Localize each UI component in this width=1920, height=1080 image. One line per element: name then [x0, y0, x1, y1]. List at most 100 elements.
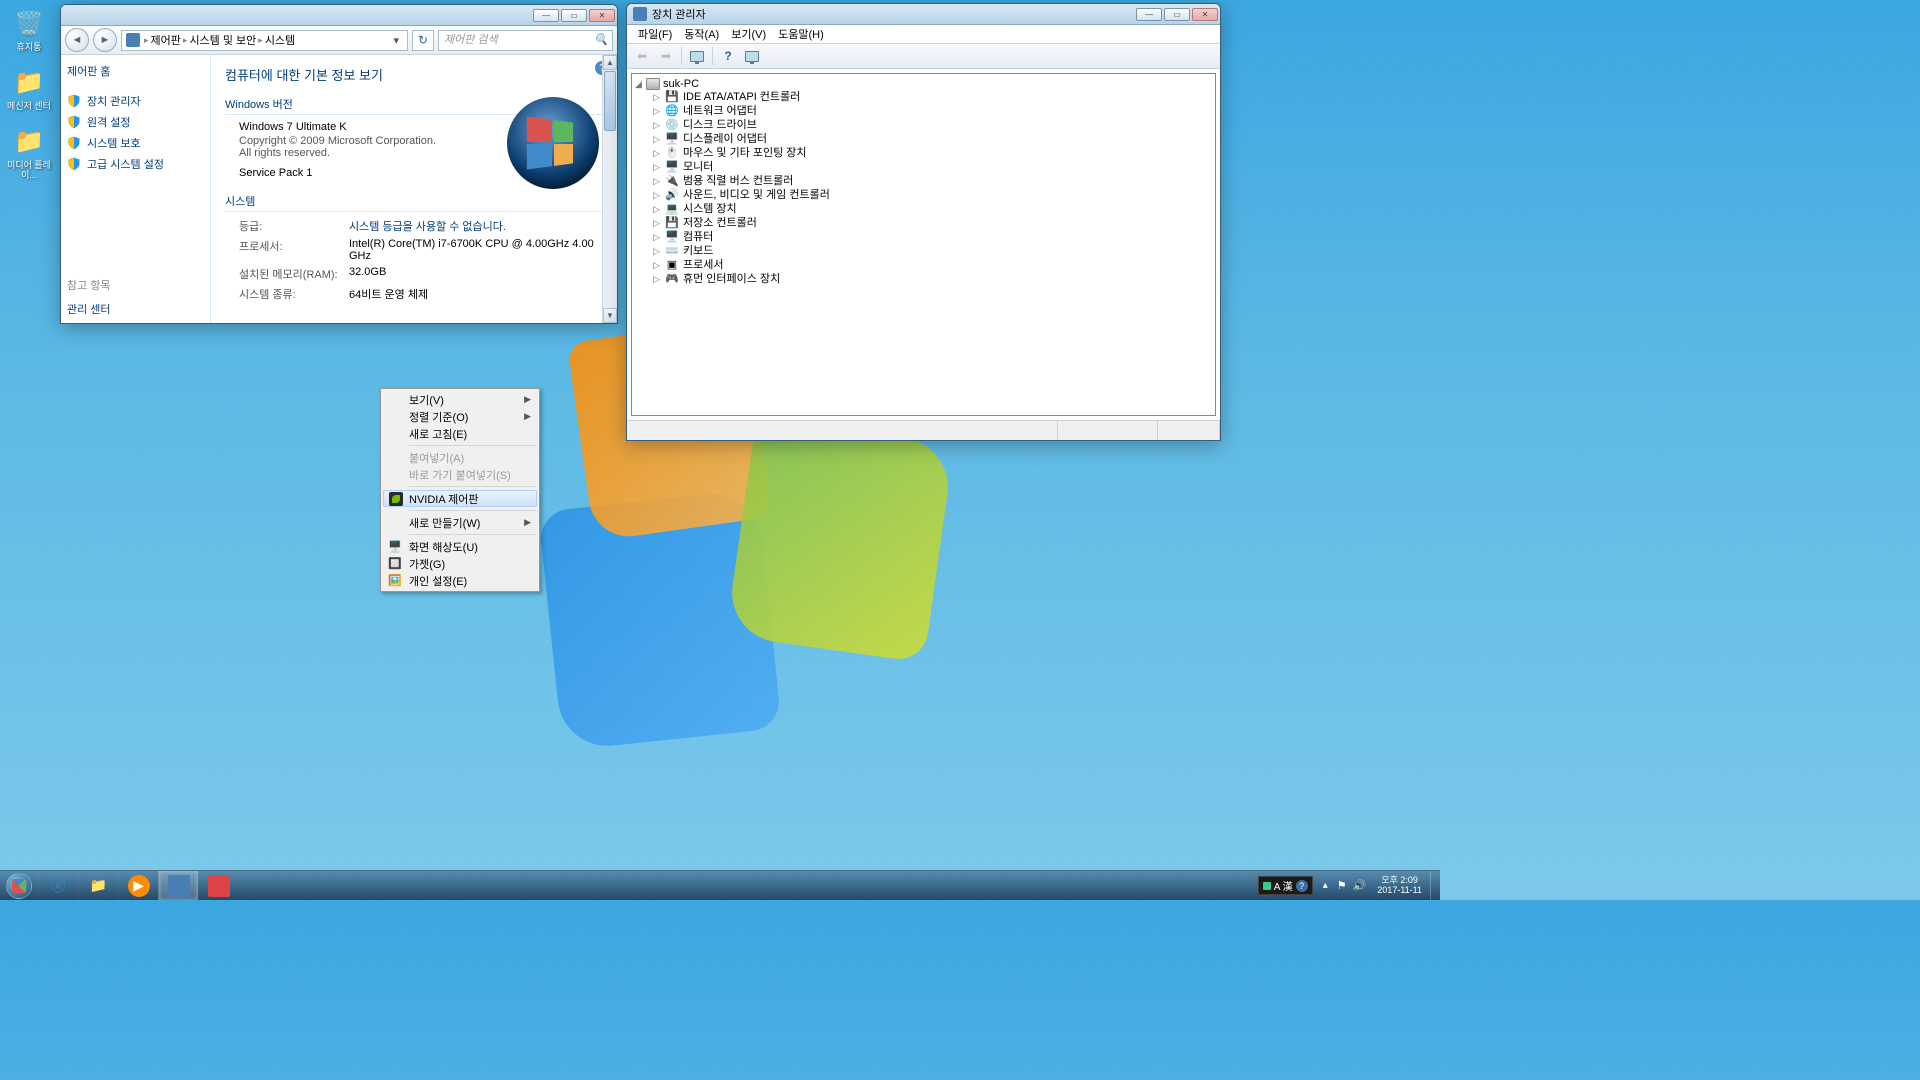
- menu-help[interactable]: 도움말(H): [773, 25, 829, 43]
- tree-root[interactable]: ◢ suk-PC: [634, 77, 1213, 91]
- tree-item[interactable]: ▷🖥️컴퓨터: [652, 231, 1213, 245]
- tree-item[interactable]: ▷🖱️마우스 및 기타 포인팅 장치: [652, 147, 1213, 161]
- volume-icon[interactable]: 🔊: [1350, 879, 1370, 892]
- rating-value[interactable]: 시스템 등급을 사용할 수 없습니다.: [349, 218, 603, 234]
- collapse-icon[interactable]: ◢: [634, 79, 643, 90]
- breadcrumb-category[interactable]: 시스템 및 보안: [189, 32, 256, 48]
- expand-icon[interactable]: ▷: [652, 274, 661, 285]
- expand-icon[interactable]: ▷: [652, 190, 661, 201]
- ime-status[interactable]: A 漢 ?: [1258, 876, 1313, 895]
- tree-item[interactable]: ▷🔊사운드, 비디오 및 게임 컨트롤러: [652, 189, 1213, 203]
- expand-icon[interactable]: ▷: [652, 148, 661, 159]
- expand-icon[interactable]: ▷: [652, 204, 661, 215]
- tree-item[interactable]: ▷🖥️모니터: [652, 161, 1213, 175]
- clock[interactable]: 오후 2:09 2017-11-11: [1369, 876, 1430, 896]
- properties-button[interactable]: [741, 46, 763, 66]
- show-desktop-button[interactable]: [1430, 871, 1440, 900]
- tree-item[interactable]: ▷💿디스크 드라이브: [652, 119, 1213, 133]
- menu-resolution[interactable]: 🖥️화면 해상도(U): [383, 538, 537, 555]
- expand-icon[interactable]: ▷: [652, 106, 661, 117]
- titlebar[interactable]: 장치 관리자 — ▭ ✕: [627, 4, 1220, 25]
- tree-item[interactable]: ▷💾저장소 컨트롤러: [652, 217, 1213, 231]
- breadcrumb-root[interactable]: 제어판: [151, 32, 181, 48]
- recycle-bin-icon[interactable]: 🗑️ 휴지통: [6, 8, 52, 53]
- menu-nvidia-control-panel[interactable]: NVIDIA 제어판: [383, 490, 537, 507]
- expand-icon[interactable]: ▷: [652, 218, 661, 229]
- breadcrumb[interactable]: ▸ 제어판 ▸ 시스템 및 보안 ▸ 시스템 ▾: [121, 30, 408, 51]
- close-button[interactable]: ✕: [589, 9, 615, 22]
- search-input[interactable]: 제어판 검색: [438, 30, 613, 51]
- scroll-thumb[interactable]: [604, 71, 616, 131]
- breadcrumb-page[interactable]: 시스템: [265, 32, 295, 48]
- sidebar-item-protection[interactable]: 시스템 보호: [67, 135, 204, 151]
- maximize-button[interactable]: ▭: [561, 9, 587, 22]
- start-button[interactable]: [0, 871, 38, 901]
- messenger-center-icon[interactable]: 📁 메신저 센터: [6, 67, 52, 112]
- device-category-icon: 💾: [665, 91, 679, 105]
- sidebar-item-advanced[interactable]: 고급 시스템 설정: [67, 156, 204, 172]
- expand-icon[interactable]: ▷: [652, 92, 661, 103]
- minimize-button[interactable]: —: [533, 9, 559, 22]
- device-tree[interactable]: ◢ suk-PC ▷💾IDE ATA/ATAPI 컨트롤러▷🌐네트워크 어댑터▷…: [631, 73, 1216, 416]
- menu-refresh[interactable]: 새로 고침(E): [383, 425, 537, 442]
- expand-icon[interactable]: ▷: [652, 162, 661, 173]
- recycle-bin-label: 휴지통: [17, 42, 42, 53]
- action-center-icon[interactable]: ⚑: [1334, 879, 1350, 892]
- menu-new[interactable]: 새로 만들기(W)▶: [383, 514, 537, 531]
- maximize-button[interactable]: ▭: [1164, 8, 1190, 21]
- taskbar-ie[interactable]: ⓔ: [38, 871, 78, 900]
- expand-icon[interactable]: ▷: [652, 134, 661, 145]
- toolbar: ⬅ ➡ ?: [627, 44, 1220, 69]
- scroll-up-button[interactable]: ▲: [603, 55, 617, 70]
- expand-icon[interactable]: ▷: [652, 120, 661, 131]
- menu-view[interactable]: 보기(V): [726, 25, 771, 43]
- close-button[interactable]: ✕: [1192, 8, 1218, 21]
- sidebar-item-device-manager[interactable]: 장치 관리자: [67, 93, 204, 109]
- submenu-arrow-icon: ▶: [524, 394, 531, 405]
- device-category-icon: ▣: [665, 259, 679, 273]
- taskbar-explorer[interactable]: 📁: [78, 871, 118, 900]
- taskbar-app[interactable]: [198, 871, 238, 900]
- separator: [409, 534, 536, 535]
- tree-item[interactable]: ▷🌐네트워크 어댑터: [652, 105, 1213, 119]
- refresh-button[interactable]: ↻: [412, 30, 434, 51]
- tree-item[interactable]: ▷💾IDE ATA/ATAPI 컨트롤러: [652, 91, 1213, 105]
- scroll-down-button[interactable]: ▼: [603, 308, 617, 323]
- sidebar-item-remote[interactable]: 원격 설정: [67, 114, 204, 130]
- taskbar-control-panel[interactable]: [158, 871, 198, 900]
- scrollbar[interactable]: ▲ ▼: [602, 55, 617, 323]
- menu-sort[interactable]: 정렬 기준(O)▶: [383, 408, 537, 425]
- tree-item[interactable]: ▷🖥️디스플레이 어댑터: [652, 133, 1213, 147]
- menu-file[interactable]: 파일(F): [633, 25, 677, 43]
- tree-item[interactable]: ▷▣프로세서: [652, 259, 1213, 273]
- tree-item[interactable]: ▷🎮휴먼 인터페이스 장치: [652, 273, 1213, 287]
- expand-icon[interactable]: ▷: [652, 232, 661, 243]
- device-category-icon: 💾: [665, 217, 679, 231]
- breadcrumb-dropdown[interactable]: ▾: [389, 34, 403, 47]
- menu-paste: 붙여넣기(A): [383, 449, 537, 466]
- menu-personalize[interactable]: 🖼️개인 설정(E): [383, 572, 537, 589]
- help-button[interactable]: ?: [717, 46, 739, 66]
- titlebar[interactable]: — ▭ ✕: [61, 5, 617, 26]
- menubar: 파일(F) 동작(A) 보기(V) 도움말(H): [627, 25, 1220, 44]
- menu-gadgets[interactable]: 🔲가젯(G): [383, 555, 537, 572]
- taskbar-media-player[interactable]: ▶: [118, 871, 158, 900]
- expand-icon[interactable]: ▷: [652, 176, 661, 187]
- back-button[interactable]: ◄: [65, 28, 89, 52]
- sidebar-link-windows-update[interactable]: Windows Update: [67, 322, 204, 323]
- media-player-icon[interactable]: 📁 미디어 플레이...: [6, 126, 52, 182]
- sidebar-home[interactable]: 제어판 홈: [67, 63, 204, 79]
- forward-button[interactable]: ►: [93, 28, 117, 52]
- show-hide-button[interactable]: [686, 46, 708, 66]
- expand-icon[interactable]: ▷: [652, 260, 661, 271]
- tree-item[interactable]: ▷💻시스템 장치: [652, 203, 1213, 217]
- tray-expand-button[interactable]: ▴: [1317, 880, 1334, 891]
- chevron-right-icon: ▸: [144, 35, 149, 46]
- tree-item[interactable]: ▷⌨️키보드: [652, 245, 1213, 259]
- sidebar-link-action-center[interactable]: 관리 센터: [67, 301, 204, 317]
- menu-view[interactable]: 보기(V)▶: [383, 391, 537, 408]
- tree-item[interactable]: ▷🔌범용 직렬 버스 컨트롤러: [652, 175, 1213, 189]
- expand-icon[interactable]: ▷: [652, 246, 661, 257]
- minimize-button[interactable]: —: [1136, 8, 1162, 21]
- menu-action[interactable]: 동작(A): [679, 25, 724, 43]
